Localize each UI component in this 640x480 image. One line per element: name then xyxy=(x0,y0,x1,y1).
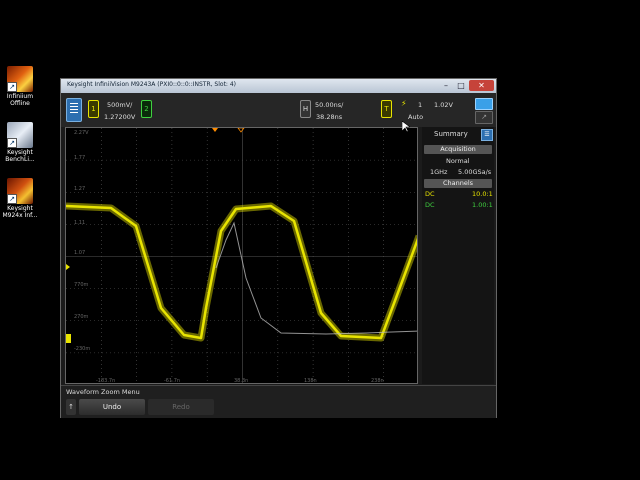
channel1-offset[interactable]: 1.27200V xyxy=(104,113,135,121)
ch2-probe: 1.00:1 xyxy=(472,201,493,209)
y-label-4: 1.07 xyxy=(74,250,86,256)
redo-button[interactable]: Redo xyxy=(148,399,214,415)
delay-value[interactable]: 38.28ns xyxy=(316,113,342,121)
sample-rate: 5.00GSa/s xyxy=(458,168,492,176)
desktop-icon-infiniium-offline[interactable]: ↗ Infiniium Offline xyxy=(2,66,38,107)
menu-icon[interactable] xyxy=(66,98,82,122)
y-label-2: 1.27 xyxy=(74,186,86,192)
delay-marker xyxy=(237,128,245,133)
timebase-value[interactable]: 50.00ns/ xyxy=(315,101,343,109)
benchvue-icon: ↗ xyxy=(7,122,33,148)
desktop-icon-benchvue[interactable]: ↗ Keysight BenchLi... xyxy=(2,122,38,163)
close-button[interactable]: ✕ xyxy=(469,80,494,91)
horizontal-button[interactable]: H xyxy=(300,100,311,118)
summary-title: Summary xyxy=(434,130,468,138)
channels-header[interactable]: Channels xyxy=(424,179,492,188)
x-label-1: -61.7n xyxy=(164,378,181,384)
trigger-button[interactable]: T xyxy=(381,100,392,118)
desktop-icon-label: Keysight M924x Inf... xyxy=(2,205,38,219)
mouse-cursor-icon xyxy=(402,121,410,133)
trigger-position-marker xyxy=(212,128,218,132)
channel1-trace-envelope xyxy=(66,202,417,342)
waveform-display[interactable]: 2.27V 1.77 1.27 1.11 1.07 770m 270m -230… xyxy=(65,127,418,384)
ch1-coupling: DC xyxy=(425,190,435,198)
acquisition-header[interactable]: Acquisition xyxy=(424,145,492,154)
title-bar[interactable]: Keysight InfiniiVision M9243A (PXI0::0::… xyxy=(61,79,496,93)
ch1-probe: 10.0:1 xyxy=(472,190,493,198)
maximize-button[interactable]: □ xyxy=(454,80,468,91)
trigger-level-marker xyxy=(66,264,70,270)
bandwidth: 1GHz xyxy=(430,168,448,176)
y-label-6: 270m xyxy=(74,314,89,320)
waveform-canvas[interactable] xyxy=(66,128,418,384)
x-label-0: -183.7n xyxy=(96,378,116,384)
channel1-button[interactable]: 1 xyxy=(88,100,99,118)
desktop-icon-label: Infiniium Offline xyxy=(6,93,34,107)
ch2-coupling: DC xyxy=(425,201,435,209)
desktop-icon-label: Keysight BenchLi... xyxy=(5,149,35,163)
menu-title: Waveform Zoom Menu xyxy=(66,388,140,396)
trigger-source[interactable]: 1 xyxy=(418,101,422,109)
y-label-7: -230m xyxy=(74,346,91,352)
minimize-button[interactable]: – xyxy=(439,80,453,91)
trigger-mode[interactable]: Auto xyxy=(408,113,423,121)
channel1-trace xyxy=(66,204,417,340)
horizontal-label: H xyxy=(302,105,309,113)
x-label-2: 38.3n xyxy=(234,378,249,384)
scope-window: Keysight InfiniiVision M9243A (PXI0::0::… xyxy=(60,78,497,418)
summary-toggle-icon[interactable]: ☰ xyxy=(481,129,493,141)
y-label-3: 1.11 xyxy=(74,220,86,226)
trigger-edge-icon: ⚡ xyxy=(401,99,407,108)
channel1-label: 1 xyxy=(91,105,96,113)
channel2-label: 2 xyxy=(144,105,149,113)
display-icon[interactable] xyxy=(475,98,493,110)
acq-mode: Normal xyxy=(446,157,470,165)
infiniium-icon: ↗ xyxy=(7,66,33,92)
back-button[interactable]: ↑ xyxy=(66,399,76,415)
trigger-level[interactable]: 1.02V xyxy=(434,101,453,109)
x-label-3: 138n xyxy=(304,378,317,384)
y-label-5: 770m xyxy=(74,282,89,288)
channel2-button[interactable]: 2 xyxy=(141,100,152,118)
control-bar: 1 500mV/ 1.27200V 2 H 50.00ns/ 38.28ns T… xyxy=(61,93,496,127)
channel1-ground-marker xyxy=(66,334,71,343)
cursor-icon[interactable]: ↗ xyxy=(475,111,493,124)
summary-panel: Summary ☰ Acquisition Normal 1GHz 5.00GS… xyxy=(422,127,494,384)
infiniivision-icon: ↗ xyxy=(7,178,33,204)
channel1-scale[interactable]: 500mV/ xyxy=(107,101,132,109)
y-label-1: 1.77 xyxy=(74,155,86,161)
x-label-4: 238n xyxy=(371,378,384,384)
undo-button[interactable]: Undo xyxy=(79,399,145,415)
trigger-label: T xyxy=(384,105,389,113)
softkey-menu: Waveform Zoom Menu ↑ Undo Redo xyxy=(61,385,496,418)
desktop-icon-infiniivision[interactable]: ↗ Keysight M924x Inf... xyxy=(2,178,38,219)
y-label-0: 2.27V xyxy=(74,130,89,136)
window-title: Keysight InfiniiVision M9243A (PXI0::0::… xyxy=(67,81,237,88)
